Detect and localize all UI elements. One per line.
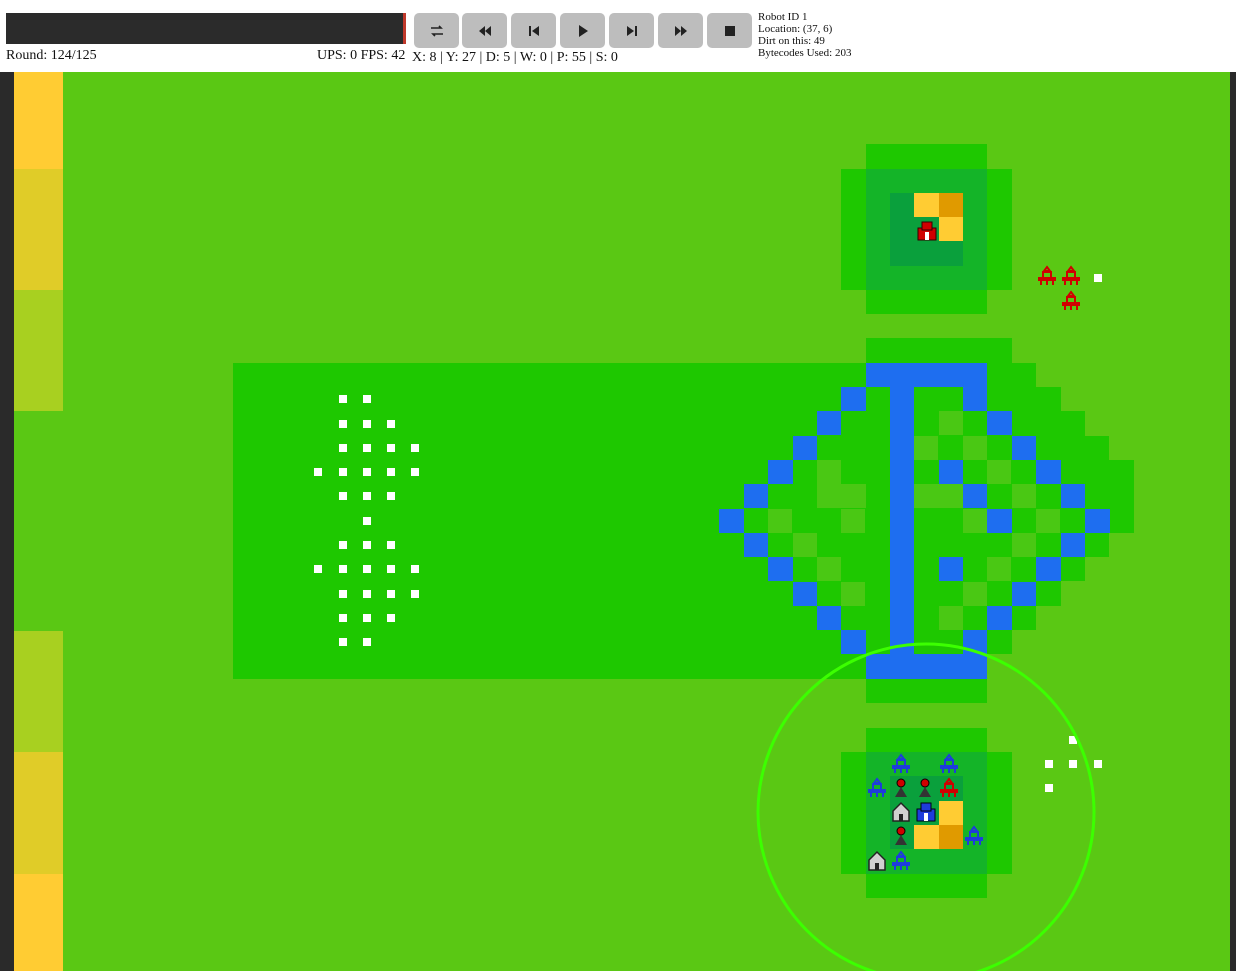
robot-location: Location: (37, 6) <box>758 23 833 35</box>
fast-backward-icon <box>478 25 491 36</box>
step-back-button[interactable] <box>511 13 556 48</box>
ups-fps-label: UPS: 0 FPS: 42 <box>317 48 406 63</box>
robot-info-panel: Robot ID 1 Location: (37, 6) Dirt on thi… <box>758 11 851 59</box>
robot-id: Robot ID 1 <box>758 11 808 23</box>
rewind-button[interactable] <box>462 13 507 48</box>
map-canvas[interactable] <box>14 72 1230 971</box>
map-border-left <box>0 72 14 971</box>
round-label: Round: 124/125 <box>6 48 97 63</box>
game-map[interactable] <box>14 72 1230 971</box>
skip-forward-icon <box>626 25 637 36</box>
play-icon <box>578 24 588 37</box>
map-border-right <box>1230 72 1236 971</box>
top-bar: Round: 124/125 UPS: 0 FPS: 42 X: 8 | Y: … <box>0 0 1236 72</box>
fast-forward-button[interactable] <box>658 13 703 48</box>
robot-dirt: Dirt on this: 49 <box>758 35 825 47</box>
left-column <box>14 72 63 971</box>
robot-bytecodes: Bytecodes Used: 203 <box>758 47 852 59</box>
play-button[interactable] <box>560 13 605 48</box>
progress-marker <box>403 13 406 44</box>
skip-back-icon <box>528 25 539 36</box>
stop-button[interactable] <box>707 13 752 48</box>
cursor-coordinates: X: 8 | Y: 27 | D: 5 | W: 0 | P: 55 | S: … <box>412 50 618 65</box>
stop-icon <box>724 25 735 36</box>
toggle-button[interactable] <box>414 13 459 48</box>
step-forward-button[interactable] <box>609 13 654 48</box>
round-progress-bar[interactable] <box>6 13 406 44</box>
red-miner-unit[interactable] <box>1062 265 1080 285</box>
red-miner-unit[interactable] <box>1038 265 1056 285</box>
red-miner-unit[interactable] <box>1062 290 1080 310</box>
fast-forward-icon <box>674 25 687 36</box>
swap-icon <box>430 24 443 37</box>
